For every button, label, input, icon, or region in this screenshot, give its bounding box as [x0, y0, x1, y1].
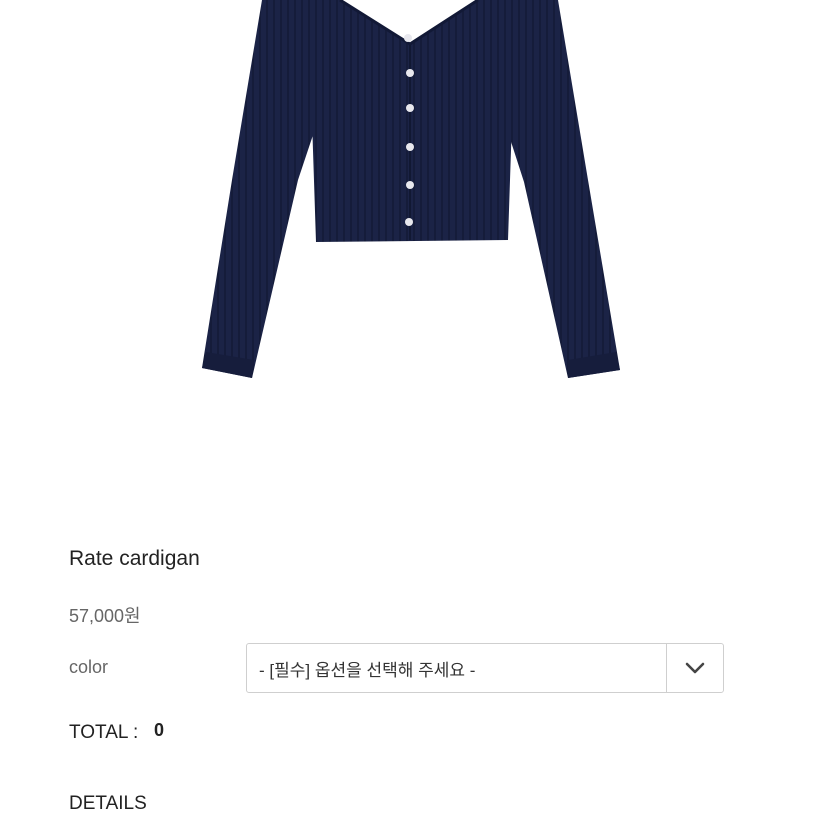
- chevron-down-icon[interactable]: [666, 644, 723, 692]
- details-heading[interactable]: DETAILS: [69, 793, 147, 815]
- cardigan-illustration: [202, 0, 620, 378]
- option-select-value: - [필수] 옵션을 선택해 주세요 -: [259, 660, 476, 680]
- product-image: [0, 0, 821, 520]
- option-label-color: color: [69, 657, 109, 677]
- product-title: Rate cardigan: [69, 547, 200, 570]
- total-value: 0: [154, 720, 165, 740]
- total-label: TOTAL :: [69, 722, 139, 743]
- color-option-select[interactable]: - [필수] 옵션을 선택해 주세요 -: [246, 643, 724, 693]
- product-price: 57,000원: [69, 606, 141, 626]
